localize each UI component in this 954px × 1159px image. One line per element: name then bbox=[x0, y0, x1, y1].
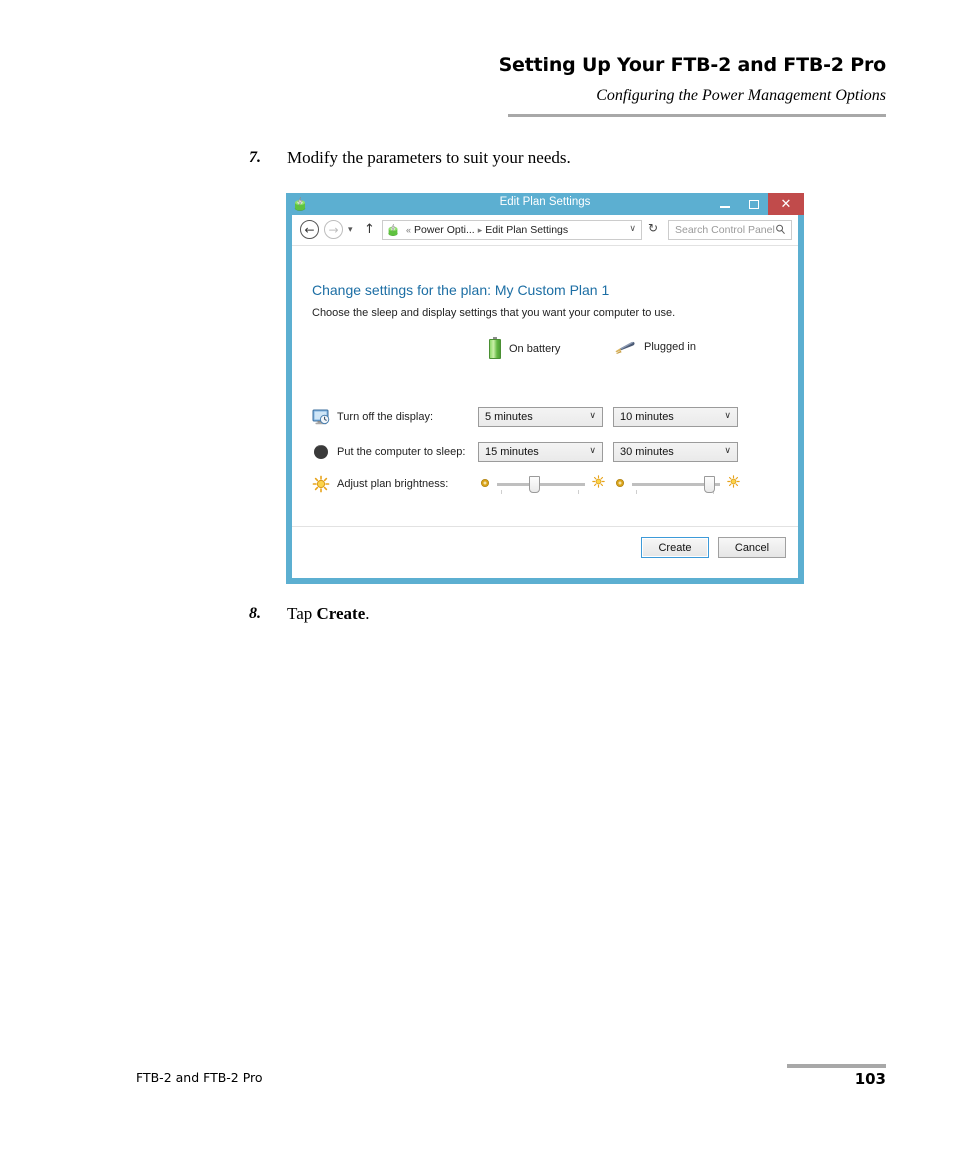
bright-sun-icon bbox=[592, 475, 605, 493]
column-header-plugged-in-label: Plugged in bbox=[644, 341, 696, 353]
address-power-options-icon bbox=[386, 223, 400, 237]
footer-page-number: 103 bbox=[854, 1070, 886, 1088]
slider-brightness-plugged-in[interactable] bbox=[615, 474, 740, 494]
up-one-level-icon[interactable]: ↑ bbox=[364, 222, 375, 237]
maximize-button[interactable] bbox=[739, 193, 768, 215]
row-turn-off-display: Turn off the display: 5 minutes ∨ 10 min… bbox=[312, 406, 782, 428]
column-header-on-battery: On battery bbox=[489, 337, 561, 359]
combo-turn-off-display-plugged-in[interactable]: 10 minutes ∨ bbox=[613, 407, 738, 427]
search-placeholder: Search Control Panel bbox=[675, 224, 775, 236]
page-subtitle: Configuring the Power Management Options bbox=[596, 87, 886, 104]
step-7-text: Modify the parameters to suit your needs… bbox=[287, 148, 571, 167]
plug-icon bbox=[614, 339, 636, 355]
breadcrumb[interactable]: «Power Opti... ▸ Edit Plan Settings bbox=[403, 224, 568, 236]
breadcrumb-separator-1: « bbox=[406, 225, 412, 235]
cancel-button[interactable]: Cancel bbox=[718, 537, 786, 558]
chevron-down-icon: ∨ bbox=[589, 411, 596, 421]
back-arrow-icon[interactable]: ← bbox=[300, 220, 319, 239]
combo-value-sleep-on-battery: 15 minutes bbox=[485, 446, 539, 458]
slider-track-on-battery[interactable] bbox=[497, 475, 585, 494]
forward-arrow-icon[interactable]: → bbox=[324, 220, 343, 239]
page-header: Setting Up Your FTB-2 and FTB-2 Pro Conf… bbox=[0, 0, 954, 120]
breadcrumb-separator-2: ▸ bbox=[477, 225, 483, 235]
row-label-turn-off-display: Turn off the display: bbox=[337, 411, 433, 423]
combo-value-turn-off-display-on-battery: 5 minutes bbox=[485, 411, 533, 423]
window-controls: ✕ bbox=[710, 193, 804, 215]
row-label-put-computer-to-sleep: Put the computer to sleep: bbox=[337, 446, 466, 458]
window-titlebar[interactable]: Edit Plan Settings ✕ bbox=[286, 193, 804, 215]
column-header-plugged-in: Plugged in bbox=[614, 339, 696, 355]
step-8-text-after: . bbox=[365, 604, 370, 623]
combo-value-sleep-plugged-in: 30 minutes bbox=[620, 446, 674, 458]
combo-sleep-plugged-in[interactable]: 30 minutes ∨ bbox=[613, 442, 738, 462]
close-button[interactable]: ✕ bbox=[768, 193, 804, 215]
slider-thumb-plugged-in[interactable] bbox=[704, 475, 716, 493]
step-8-text: Tap Create. bbox=[287, 604, 370, 624]
search-input[interactable]: Search Control Panel bbox=[668, 220, 792, 240]
chevron-down-icon[interactable]: ∨ bbox=[629, 224, 636, 234]
step-7-number: 7. bbox=[249, 149, 261, 166]
dim-sun-icon bbox=[615, 475, 625, 493]
step-8-number: 8. bbox=[249, 605, 261, 622]
content-subheading: Choose the sleep and display settings th… bbox=[312, 307, 676, 319]
breadcrumb-item-power-options[interactable]: Power Opti... bbox=[414, 224, 475, 236]
edit-plan-settings-window: Edit Plan Settings ✕ ← → ▾ ↑ « Power Opt… bbox=[286, 193, 804, 584]
footer-document-name: FTB-2 and FTB-2 Pro bbox=[136, 1070, 263, 1085]
column-header-on-battery-label: On battery bbox=[509, 343, 561, 355]
step-8-text-bold: Create bbox=[316, 604, 366, 623]
dialog-separator bbox=[292, 526, 798, 527]
sleep-moon-icon bbox=[312, 443, 330, 461]
combo-value-turn-off-display-plugged-in: 10 minutes bbox=[620, 411, 674, 423]
combo-sleep-on-battery[interactable]: 15 minutes ∨ bbox=[478, 442, 603, 462]
battery-icon bbox=[489, 337, 501, 359]
address-input[interactable]: «Power Opti... ▸ Edit Plan Settings ∨ bbox=[382, 220, 642, 240]
address-bar: ← → ▾ ↑ «Power Opti... ▸ Edit Plan Setting… bbox=[292, 215, 798, 246]
row-adjust-plan-brightness: Adjust plan brightness: bbox=[312, 473, 782, 495]
dialog-button-bar: Create Cancel bbox=[641, 537, 786, 558]
combo-turn-off-display-on-battery[interactable]: 5 minutes ∨ bbox=[478, 407, 603, 427]
close-icon: ✕ bbox=[780, 196, 792, 212]
dialog-content: Change settings for the plan: My Custom … bbox=[292, 246, 798, 558]
chevron-down-icon: ∨ bbox=[724, 446, 731, 456]
display-clock-icon bbox=[312, 408, 330, 426]
bright-sun-icon bbox=[727, 475, 740, 493]
slider-track-plugged-in[interactable] bbox=[632, 475, 720, 494]
brightness-sun-icon bbox=[312, 475, 330, 493]
search-icon bbox=[775, 224, 786, 238]
row-label-adjust-plan-brightness: Adjust plan brightness: bbox=[337, 478, 449, 490]
footer-divider bbox=[787, 1064, 886, 1068]
minimize-button[interactable] bbox=[710, 193, 739, 215]
row-put-computer-to-sleep: Put the computer to sleep: 15 minutes ∨ … bbox=[312, 441, 782, 463]
breadcrumb-item-edit-plan-settings[interactable]: Edit Plan Settings bbox=[485, 224, 568, 236]
dim-sun-icon bbox=[480, 475, 490, 493]
window-body: ← → ▾ ↑ «Power Opti... ▸ Edit Plan Setting… bbox=[292, 215, 798, 578]
page-title: Setting Up Your FTB-2 and FTB-2 Pro bbox=[498, 54, 887, 76]
step-8-text-before: Tap bbox=[287, 604, 317, 623]
header-divider bbox=[508, 114, 886, 117]
chevron-down-icon: ∨ bbox=[724, 411, 731, 421]
chevron-down-icon: ∨ bbox=[589, 446, 596, 456]
refresh-icon[interactable]: ↻ bbox=[648, 221, 658, 235]
content-heading: Change settings for the plan: My Custom … bbox=[312, 282, 610, 298]
create-button[interactable]: Create bbox=[641, 537, 709, 558]
recent-locations-icon[interactable]: ▾ bbox=[348, 225, 353, 235]
slider-brightness-on-battery[interactable] bbox=[480, 474, 605, 494]
slider-thumb-on-battery[interactable] bbox=[528, 475, 540, 493]
